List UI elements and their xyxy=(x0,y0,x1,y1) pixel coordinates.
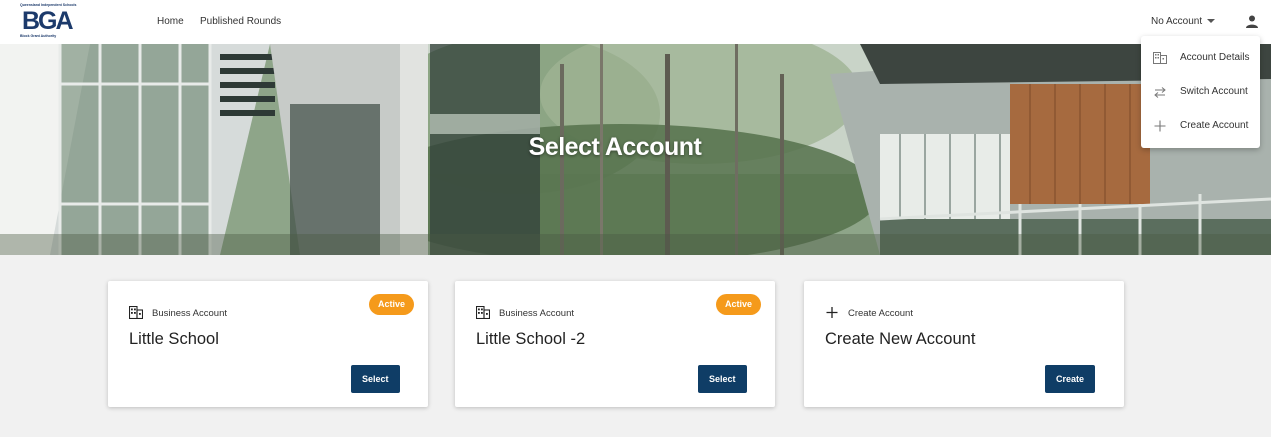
menu-item-create-account[interactable]: Create Account xyxy=(1141,109,1260,143)
user-icon[interactable] xyxy=(1246,15,1258,28)
bga-logo[interactable]: Queensland Independent Schools BGA Block… xyxy=(20,3,84,39)
account-name: Little School xyxy=(129,330,219,348)
swap-icon xyxy=(1154,87,1166,98)
menu-item-switch-account[interactable]: Switch Account xyxy=(1141,75,1260,109)
menu-item-label: Create Account xyxy=(1180,120,1249,131)
page-title: Select Account xyxy=(528,133,702,161)
nav-home-link[interactable]: Home xyxy=(157,16,184,27)
account-name: Little School -2 xyxy=(476,330,586,348)
logo-bottom-text: Block Grant Authority xyxy=(20,34,57,38)
menu-item-label: Account Details xyxy=(1180,52,1250,63)
account-type: Business Account xyxy=(152,308,227,319)
menu-item-label: Switch Account xyxy=(1180,86,1248,97)
account-type: Create Account xyxy=(848,308,913,319)
hero-banner: Select Account xyxy=(0,44,1271,255)
account-type: Business Account xyxy=(499,308,574,319)
create-account-card: Create Account Create New Account Create xyxy=(804,281,1124,407)
menu-item-account-details[interactable]: Account Details xyxy=(1141,41,1260,75)
select-button[interactable]: Select xyxy=(698,365,747,393)
select-button[interactable]: Select xyxy=(351,365,400,393)
building-icon xyxy=(476,306,490,319)
logo-mark: BGA xyxy=(22,7,74,35)
plus-icon xyxy=(1154,120,1166,132)
nav-published-rounds-link[interactable]: Published Rounds xyxy=(200,16,281,27)
account-menu: Account Details Switch Account Create Ac… xyxy=(1141,36,1260,148)
create-button[interactable]: Create xyxy=(1045,365,1096,393)
status-badge: Active xyxy=(369,294,415,315)
account-card: Business Account Active Little School Se… xyxy=(108,281,428,407)
top-bar: Queensland Independent Schools BGA Block… xyxy=(0,0,1271,44)
account-switcher[interactable]: No Account xyxy=(1151,16,1202,27)
chevron-down-icon[interactable] xyxy=(1206,17,1216,25)
plus-icon xyxy=(826,307,838,318)
account-card: Business Account Active Little School -2… xyxy=(455,281,775,407)
building-icon xyxy=(129,306,143,319)
account-list: Business Account Active Little School Se… xyxy=(0,255,1271,437)
status-badge: Active xyxy=(716,294,762,315)
building-icon xyxy=(1153,52,1167,64)
account-name: Create New Account xyxy=(825,330,976,348)
